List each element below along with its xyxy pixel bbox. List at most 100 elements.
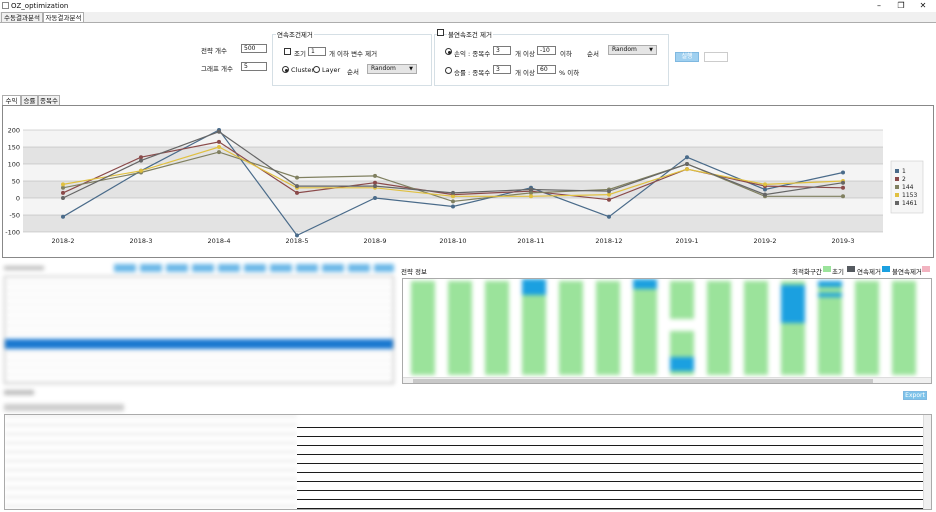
loss-mid: 개 이상: [515, 50, 536, 58]
noncont-order-select[interactable]: Random ▼: [608, 45, 657, 55]
selected-row[interactable]: [5, 339, 393, 349]
data-point: [607, 189, 611, 194]
results-grid: [4, 414, 932, 510]
noncont-remove-title: 불연속조건 제거: [447, 29, 493, 39]
graph-count-input[interactable]: 5: [241, 62, 267, 71]
heatmap-column: [633, 281, 657, 375]
x-tick-label: 2018-2: [51, 237, 74, 245]
legend-label: 1153: [902, 192, 917, 199]
noncont-checkbox[interactable]: [437, 29, 444, 36]
data-point: [841, 180, 845, 185]
y-tick-label: 100: [8, 161, 20, 169]
maximize-button[interactable]: ❐: [890, 0, 912, 12]
data-point: [61, 182, 65, 187]
title-bar: OZ_optimization – ❐ ✕: [0, 0, 936, 12]
x-tick-label: 2018-9: [363, 237, 386, 245]
win-value-input[interactable]: 60: [537, 65, 556, 74]
profit-line-chart: -100 -50 0 50 100 150 200 2018-2 2018-3 2018-4 201…: [5, 127, 924, 245]
cont-order-select[interactable]: Random ▼: [367, 64, 417, 74]
y-tick-label: -100: [5, 229, 20, 237]
heatmap-column: [707, 281, 731, 375]
scroll-thumb[interactable]: [413, 379, 873, 383]
win-radio[interactable]: [445, 67, 452, 74]
cluster-radio[interactable]: [282, 66, 289, 73]
legend-swatch-cont: [847, 266, 855, 272]
data-point: [607, 197, 611, 202]
data-point: [763, 192, 767, 197]
chevron-down-icon: ▼: [409, 66, 413, 72]
heatmap-cell-noncont: [781, 285, 805, 323]
legend-label: 2: [902, 176, 906, 183]
results-frozen-columns: [5, 415, 297, 509]
data-point: [373, 196, 377, 200]
y-tick-label: 50: [12, 178, 20, 186]
heatmap-column: [855, 281, 879, 375]
close-button[interactable]: ✕: [912, 0, 934, 12]
data-point: [61, 214, 65, 219]
data-point: [451, 190, 455, 195]
data-point: [763, 182, 767, 187]
data-point: [685, 155, 689, 160]
data-point: [451, 194, 455, 199]
layer-label: Layer: [322, 66, 341, 74]
export-button[interactable]: Export: [903, 391, 927, 400]
grid-toolbar: [114, 264, 394, 272]
early-suffix: 개 이하 변수 제거: [329, 50, 378, 58]
win-count-input[interactable]: 3: [493, 65, 511, 74]
data-point: [217, 139, 221, 144]
cont-order-value: Random: [371, 65, 396, 72]
win-mid: 개 이상: [515, 69, 536, 77]
cont-remove-title: 연속조건제거: [276, 29, 314, 39]
heatmap-column: [744, 281, 768, 375]
data-point: [685, 162, 689, 166]
data-point: [61, 196, 65, 200]
data-point: [139, 158, 143, 163]
cont-remove-group: [272, 34, 432, 86]
win-suffix: % 이하: [559, 69, 580, 77]
heatmap-column: [448, 281, 472, 375]
data-point: [217, 129, 221, 134]
heatmap-column: [559, 281, 583, 375]
legend-swatch-early: [823, 266, 831, 272]
strategy-count-input[interactable]: 500: [241, 44, 267, 53]
win-label: 승률 : 종목수: [454, 69, 491, 77]
legend-noncont: 불연속제거: [892, 268, 922, 276]
strategy-info-title: 전략 정보: [401, 268, 427, 276]
minimize-button[interactable]: –: [868, 0, 890, 12]
strategy-grid: [4, 264, 394, 384]
heatmap-column: [596, 281, 620, 375]
results-scrollbar[interactable]: [923, 415, 931, 509]
early-checkbox[interactable]: [284, 48, 291, 55]
graph-count-label: 그래프 개수: [201, 65, 233, 73]
x-tick-label: 2019-2: [753, 237, 776, 245]
data-point: [61, 185, 65, 190]
y-tick-label: 0: [16, 195, 20, 203]
loss-radio[interactable]: [445, 48, 452, 55]
data-point: [451, 204, 455, 209]
loss-count-input[interactable]: 3: [493, 46, 511, 55]
heatmap-column: [411, 281, 435, 375]
layer-radio[interactable]: [313, 66, 320, 73]
heatmap-column: [892, 281, 916, 375]
noncont-order-value: Random: [612, 46, 637, 53]
data-point: [217, 145, 221, 149]
run-button[interactable]: 실행: [675, 52, 699, 62]
data-point: [295, 190, 299, 195]
y-tick-label: 150: [8, 144, 20, 152]
early-label: 조기: [294, 50, 306, 58]
legend-label: 144: [902, 184, 914, 191]
window-title: OZ_optimization: [11, 2, 69, 10]
loss-value-input[interactable]: -10: [537, 46, 556, 55]
data-point: [607, 214, 611, 219]
heatmap-cell-empty: [670, 319, 694, 331]
grid-body: [4, 276, 394, 384]
secondary-button[interactable]: [704, 52, 728, 62]
strategy-count-label: 전략 개수: [201, 47, 227, 55]
plot-band: [23, 215, 883, 232]
app-icon: [2, 2, 9, 9]
data-point: [217, 150, 221, 155]
heatmap-scrollbar[interactable]: [403, 377, 931, 383]
early-input[interactable]: 1: [308, 47, 326, 56]
legend-label: 1: [902, 168, 906, 175]
plot-band: [23, 164, 883, 181]
